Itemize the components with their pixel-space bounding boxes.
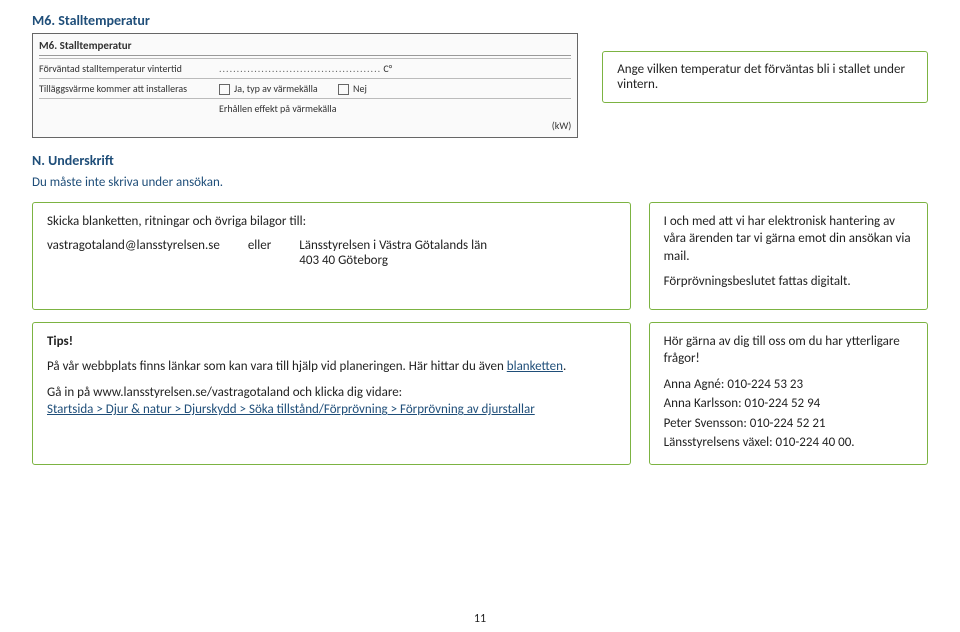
tips-box: Tips! På vår webbplats finns länkar som … [32, 322, 631, 465]
contact-2: Anna Karlsson: 010-224 52 94 [664, 395, 913, 413]
send-addr2: 403 40 Göteborg [299, 253, 388, 268]
form-dots: ........................................… [219, 62, 381, 75]
send-info-box: Skicka blanketten, ritningar och övriga … [32, 202, 631, 310]
einfo-p2: Förprövningsbeslutet fattas digitalt. [664, 273, 913, 291]
tips-p2a: Gå in på www.lansstyrelsen.se/vastragota… [47, 385, 402, 400]
contact-intro: Hör gärna av dig till oss om du har ytte… [664, 333, 913, 368]
form-row1-label: Förväntad stalltemperatur vintertid [39, 61, 219, 76]
breadcrumb-link[interactable]: Startsida > Djur & natur > Djurskydd > S… [47, 402, 535, 417]
note-text: Ange vilken temperatur det förväntas bli… [617, 62, 905, 92]
tips-p1a: På vår webbplats finns länkar som kan va… [47, 359, 507, 374]
checkbox-icon [219, 84, 230, 95]
form-row2-label: Tilläggsvärme kommer att installeras [39, 81, 219, 96]
form-row1-unit: C° [383, 62, 392, 75]
tips-heading: Tips! [47, 333, 616, 351]
contact-3: Peter Svensson: 010-224 52 21 [664, 415, 913, 433]
einfo-p1: I och med att vi har elektronisk hanteri… [664, 213, 913, 266]
checkbox-icon [338, 84, 349, 95]
electronic-info-box: I och med att vi har elektronisk hanteri… [649, 202, 928, 310]
tips-p1c: . [563, 359, 566, 374]
form-title: M6. Stalltemperatur [39, 38, 571, 56]
form-row2-no: Nej [353, 82, 367, 95]
section-heading-m6: M6. Stalltemperatur [32, 12, 928, 29]
contact-4: Länsstyrelsens växel: 010-224 40 00. [664, 434, 913, 452]
send-email: vastragotaland@lansstyrelsen.se [47, 238, 220, 268]
section-heading-underskrift: N. Underskrift [32, 152, 928, 169]
send-addr1: Länsstyrelsen i Västra Götalands län [299, 238, 487, 253]
tips-p1: På vår webbplats finns länkar som kan va… [47, 358, 616, 376]
form-row2-yes: Ja, typ av värmekälla [234, 82, 318, 95]
note-box-temperature: Ange vilken temperatur det förväntas bli… [602, 51, 928, 103]
contact-box: Hör gärna av dig till oss om du har ytte… [649, 322, 928, 465]
tips-p2: Gå in på www.lansstyrelsen.se/vastragota… [47, 384, 616, 419]
send-eller: eller [248, 238, 271, 268]
contact-1: Anna Agné: 010-224 53 23 [664, 376, 913, 394]
send-label: Skicka blanketten, ritningar och övriga … [47, 213, 616, 231]
form-row3-unit: (kW) [39, 118, 571, 133]
blanketten-link[interactable]: blanketten [507, 359, 563, 374]
underskrift-text: Du måste inte skriva under ansökan. [32, 175, 928, 190]
page-number: 11 [474, 612, 486, 626]
form-snippet-m6: M6. Stalltemperatur Förväntad stalltempe… [32, 33, 578, 138]
form-row3-label: Erhållen effekt på värmekälla [219, 102, 337, 115]
